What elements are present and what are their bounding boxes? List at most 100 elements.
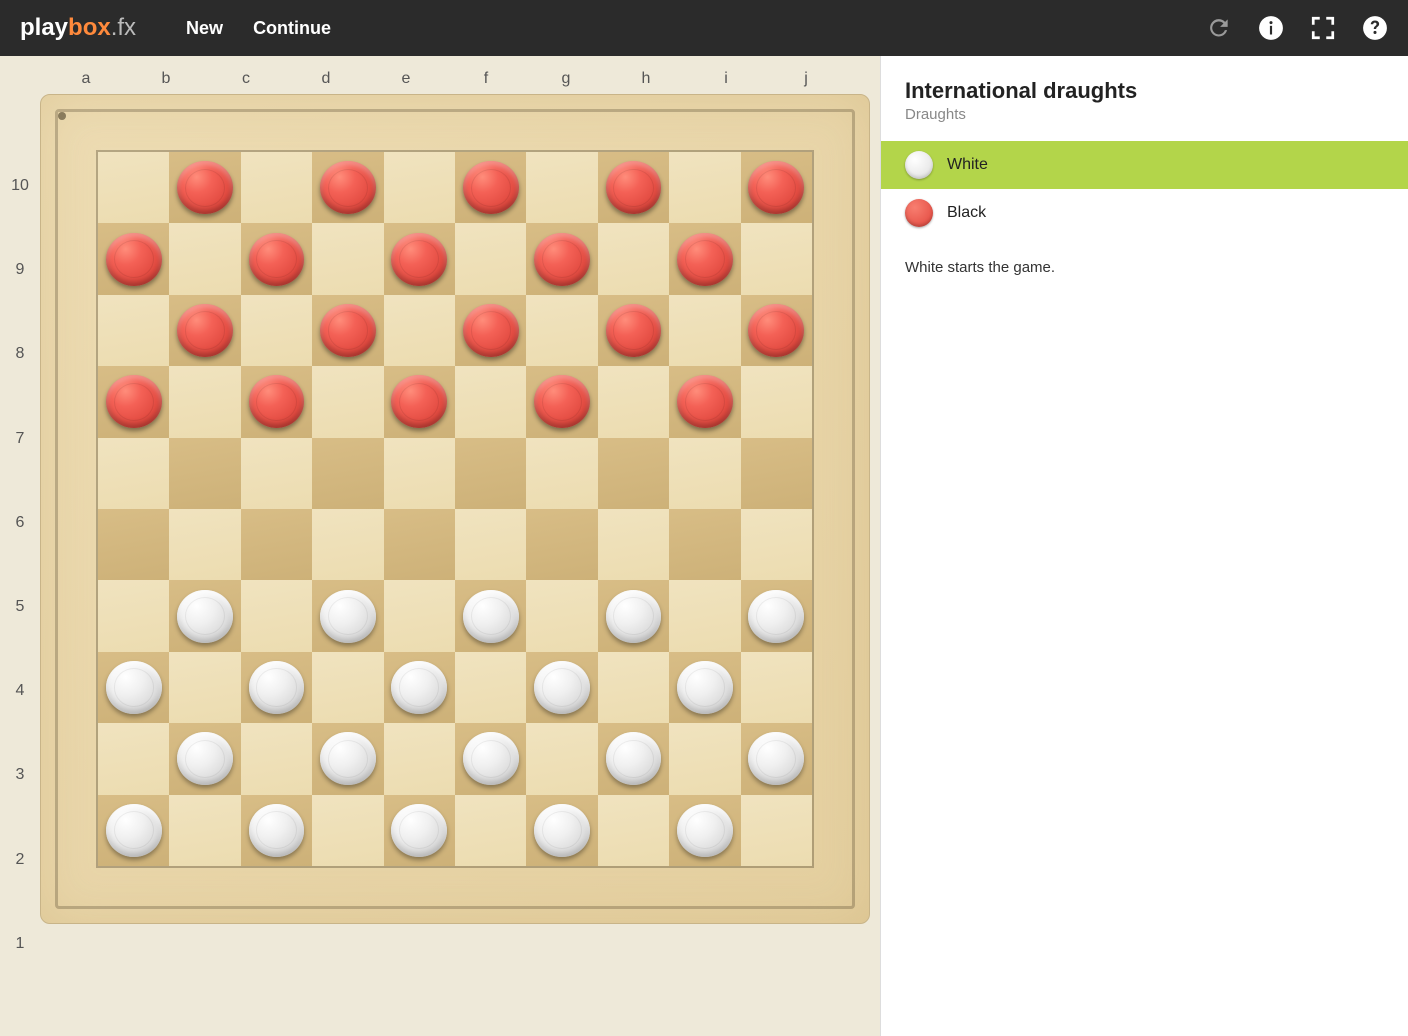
white-piece[interactable] [320, 732, 376, 785]
red-piece[interactable] [320, 161, 376, 214]
white-piece[interactable] [249, 804, 305, 857]
board-square[interactable] [598, 152, 669, 223]
red-piece[interactable] [677, 375, 733, 428]
white-piece[interactable] [177, 732, 233, 785]
board-square[interactable] [598, 438, 669, 509]
board-square[interactable] [526, 366, 597, 437]
board-square[interactable] [598, 509, 669, 580]
player-black-row[interactable]: Black [881, 189, 1408, 237]
board-square[interactable] [598, 295, 669, 366]
red-piece[interactable] [748, 161, 804, 214]
board-square[interactable] [169, 223, 240, 294]
board-square[interactable] [241, 223, 312, 294]
board-square[interactable] [598, 652, 669, 723]
board-square[interactable] [169, 438, 240, 509]
white-piece[interactable] [106, 661, 162, 714]
board-square[interactable] [98, 223, 169, 294]
logo[interactable]: playbox.fx [20, 14, 136, 42]
board-square[interactable] [384, 438, 455, 509]
board-square[interactable] [598, 366, 669, 437]
board-square[interactable] [741, 509, 812, 580]
red-piece[interactable] [249, 375, 305, 428]
white-piece[interactable] [463, 590, 519, 643]
board-square[interactable] [241, 795, 312, 866]
board-square[interactable] [384, 152, 455, 223]
board-square[interactable] [384, 723, 455, 794]
board-square[interactable] [169, 795, 240, 866]
board-square[interactable] [312, 295, 383, 366]
board-square[interactable] [741, 152, 812, 223]
help-icon[interactable] [1362, 15, 1388, 41]
red-piece[interactable] [106, 375, 162, 428]
board-square[interactable] [241, 438, 312, 509]
board-square[interactable] [741, 223, 812, 294]
board-square[interactable] [455, 580, 526, 651]
board-square[interactable] [669, 223, 740, 294]
white-piece[interactable] [606, 732, 662, 785]
board-square[interactable] [669, 152, 740, 223]
board-square[interactable] [669, 366, 740, 437]
white-piece[interactable] [320, 590, 376, 643]
board-square[interactable] [98, 795, 169, 866]
board-square[interactable] [384, 509, 455, 580]
board-square[interactable] [312, 795, 383, 866]
board-square[interactable] [384, 223, 455, 294]
board-square[interactable] [241, 295, 312, 366]
white-piece[interactable] [249, 661, 305, 714]
board-square[interactable] [669, 295, 740, 366]
board-square[interactable] [98, 152, 169, 223]
game-board[interactable] [96, 150, 814, 868]
board-square[interactable] [455, 295, 526, 366]
red-piece[interactable] [748, 304, 804, 357]
board-square[interactable] [669, 580, 740, 651]
white-piece[interactable] [748, 590, 804, 643]
red-piece[interactable] [463, 161, 519, 214]
board-square[interactable] [455, 652, 526, 723]
red-piece[interactable] [391, 375, 447, 428]
board-square[interactable] [312, 509, 383, 580]
board-square[interactable] [98, 580, 169, 651]
continue-button[interactable]: Continue [253, 18, 331, 39]
board-square[interactable] [98, 438, 169, 509]
board-square[interactable] [241, 509, 312, 580]
red-piece[interactable] [177, 161, 233, 214]
white-piece[interactable] [106, 804, 162, 857]
board-square[interactable] [384, 795, 455, 866]
board-square[interactable] [526, 580, 597, 651]
red-piece[interactable] [106, 233, 162, 286]
board-square[interactable] [598, 223, 669, 294]
board-square[interactable] [526, 438, 597, 509]
board-square[interactable] [526, 509, 597, 580]
board-square[interactable] [526, 723, 597, 794]
board-square[interactable] [455, 152, 526, 223]
red-piece[interactable] [320, 304, 376, 357]
board-square[interactable] [741, 366, 812, 437]
board-square[interactable] [455, 795, 526, 866]
board-square[interactable] [741, 795, 812, 866]
board-square[interactable] [98, 295, 169, 366]
white-piece[interactable] [391, 804, 447, 857]
red-piece[interactable] [391, 233, 447, 286]
board-square[interactable] [741, 580, 812, 651]
red-piece[interactable] [534, 233, 590, 286]
white-piece[interactable] [391, 661, 447, 714]
board-square[interactable] [741, 295, 812, 366]
white-piece[interactable] [177, 590, 233, 643]
red-piece[interactable] [463, 304, 519, 357]
new-button[interactable]: New [186, 18, 223, 39]
board-square[interactable] [669, 509, 740, 580]
board-square[interactable] [598, 580, 669, 651]
board-square[interactable] [98, 366, 169, 437]
board-square[interactable] [98, 509, 169, 580]
board-square[interactable] [169, 509, 240, 580]
white-piece[interactable] [534, 804, 590, 857]
white-piece[interactable] [677, 661, 733, 714]
board-square[interactable] [98, 723, 169, 794]
board-square[interactable] [169, 723, 240, 794]
board-square[interactable] [741, 723, 812, 794]
white-piece[interactable] [748, 732, 804, 785]
board-square[interactable] [312, 723, 383, 794]
fullscreen-icon[interactable] [1310, 15, 1336, 41]
board-square[interactable] [241, 723, 312, 794]
red-piece[interactable] [249, 233, 305, 286]
